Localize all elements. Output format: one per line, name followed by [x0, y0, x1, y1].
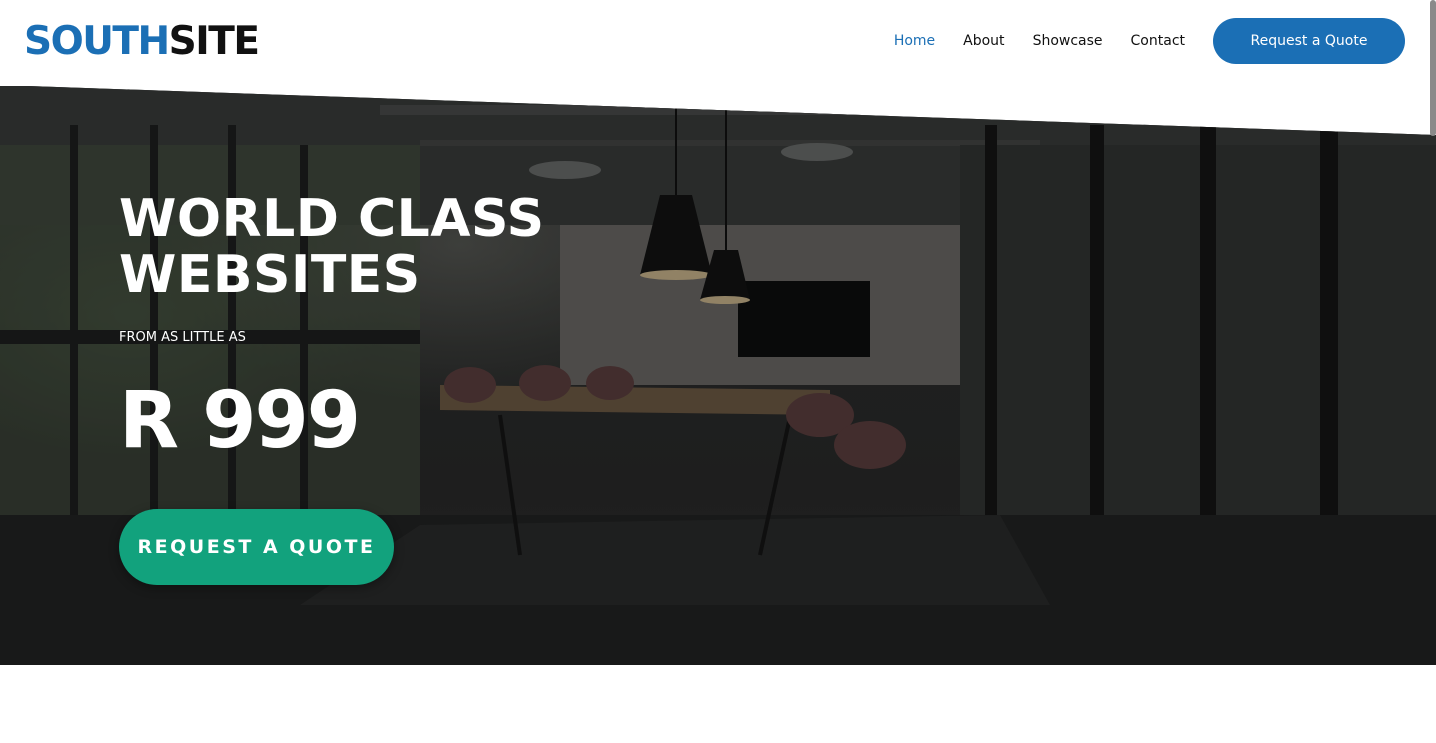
nav-link-home[interactable]: Home — [894, 33, 935, 49]
hero-section: WORLD CLASS WEBSITES FROM AS LITTLE AS R… — [0, 85, 1436, 665]
main-nav: Home About Showcase Contact Request a Qu… — [866, 0, 1405, 82]
brand-logo-part2: SITE — [168, 19, 260, 64]
request-quote-hero-button[interactable]: REQUEST A QUOTE — [119, 509, 394, 585]
hero-subtitle: FROM AS LITTLE AS — [119, 330, 246, 345]
brand-logo-part1: SOUTH — [24, 19, 170, 64]
site-header: SOUTHSITE Home About Showcase Contact Re… — [0, 0, 1436, 86]
nav-link-showcase[interactable]: Showcase — [1033, 33, 1103, 49]
nav-link-about[interactable]: About — [963, 33, 1004, 49]
page-scrollbar-thumb[interactable] — [1430, 0, 1436, 136]
hero-heading-line1: WORLD CLASS — [119, 189, 545, 249]
brand-logo[interactable]: SOUTHSITE — [24, 19, 260, 64]
hero-heading-line2: WEBSITES — [119, 245, 421, 305]
hero-heading: WORLD CLASS WEBSITES — [119, 191, 639, 303]
request-quote-nav-button[interactable]: Request a Quote — [1213, 18, 1405, 64]
hero-price: R 999 — [119, 376, 361, 466]
nav-link-contact[interactable]: Contact — [1131, 33, 1185, 49]
